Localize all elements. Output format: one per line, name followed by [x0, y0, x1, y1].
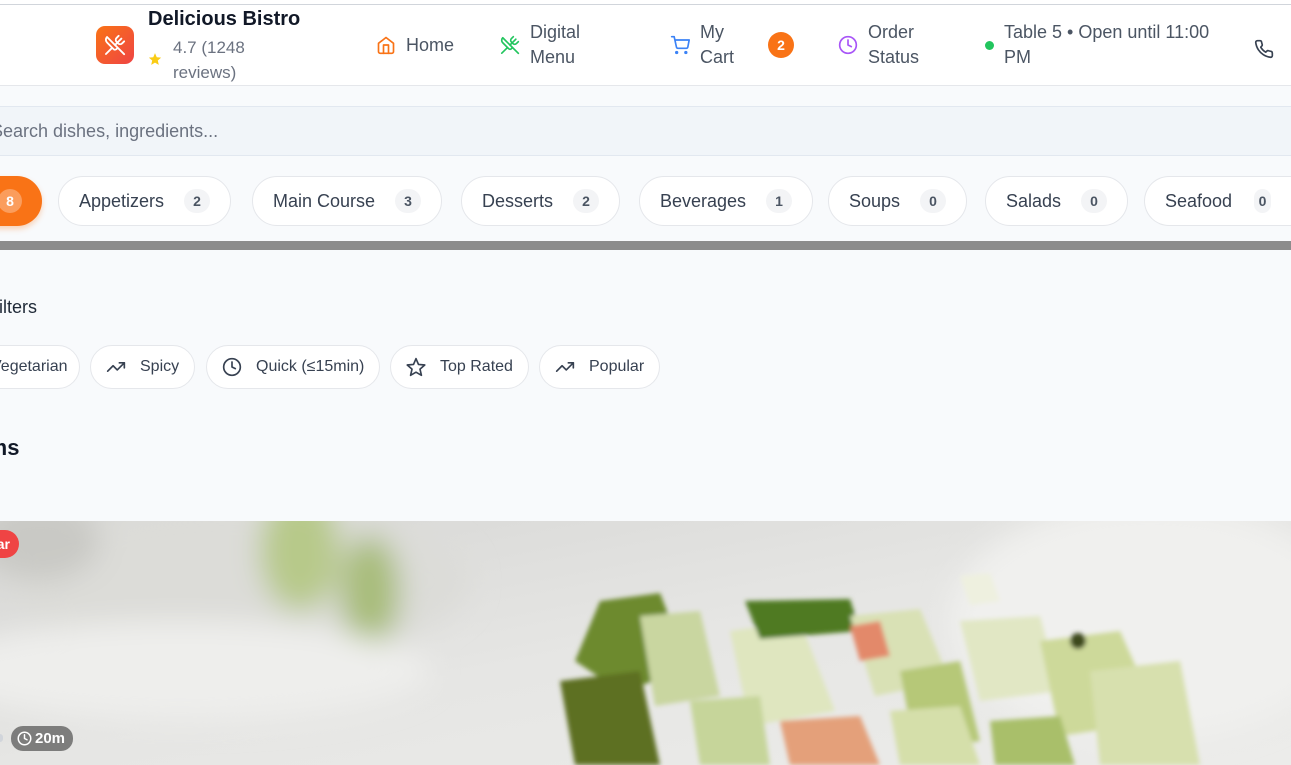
nav-my-cart-label: My Cart	[700, 22, 735, 67]
category-tab-appetizers[interactable]: Appetizers 2	[58, 176, 232, 226]
trending-up-icon	[106, 357, 126, 377]
home-icon	[376, 35, 396, 55]
cart-icon	[670, 35, 690, 55]
search-input[interactable]	[0, 107, 1291, 155]
category-tab-desserts[interactable]: Desserts 2	[461, 176, 621, 226]
clock-icon	[17, 731, 32, 746]
category-count: 0	[1254, 189, 1271, 213]
filter-popular[interactable]: Popular	[539, 345, 661, 389]
prep-time-label: 20m	[35, 730, 66, 747]
filter-spicy[interactable]: Spicy	[90, 345, 196, 389]
category-all-tab[interactable]: 8	[0, 176, 42, 226]
category-label: Seafood	[1165, 190, 1233, 211]
filters-heading: Filters	[0, 297, 37, 317]
category-label: Desserts	[482, 190, 554, 211]
trending-up-icon	[555, 357, 575, 377]
open-status-dot	[985, 41, 994, 50]
clock-icon	[222, 357, 242, 377]
filter-label: Quick (≤15min)	[256, 358, 365, 375]
category-count: 3	[395, 189, 422, 213]
utensils-crossed-icon	[104, 34, 126, 56]
restaurant-name: Delicious Bistro	[148, 8, 301, 30]
category-tab-main-course[interactable]: Main Course 3	[252, 176, 443, 226]
food-photo	[0, 521, 1291, 765]
filter-vegetarian[interactable]: Vegetarian	[0, 345, 80, 389]
star-icon	[148, 53, 162, 65]
utensils-icon	[500, 35, 520, 55]
category-tab-soups[interactable]: Soups 0	[828, 176, 968, 226]
category-label: Beverages	[660, 190, 747, 211]
restaurant-logo[interactable]	[96, 26, 134, 64]
clock-icon	[838, 35, 858, 55]
category-count: 2	[573, 189, 600, 213]
category-tab-beverages[interactable]: Beverages 1	[639, 176, 814, 226]
filter-top-rated[interactable]: Top Rated	[390, 345, 529, 389]
filter-quick[interactable]: Quick (≤15min)	[206, 345, 381, 389]
nav-home-label: Home	[406, 34, 455, 55]
filter-label: Top Rated	[440, 358, 513, 375]
filter-label: Vegetarian	[0, 358, 68, 375]
menu-item-card[interactable]	[0, 521, 1291, 765]
category-label: Soups	[849, 190, 901, 211]
table-info: Table 5 • Open until 11:00 PM	[1004, 22, 1210, 67]
filter-chips: Vegetarian Spicy Quick (≤15min) Top Rate…	[0, 345, 700, 389]
category-tabs: 8 Appetizers 2 Main Course 3 Desserts 2 …	[0, 176, 1291, 226]
phone-icon[interactable]	[1254, 39, 1274, 59]
cart-count-badge: 2	[768, 32, 794, 58]
nav-digital-menu[interactable]: Digital Menu	[500, 20, 610, 70]
horizontal-scrollbar[interactable]	[0, 241, 1291, 250]
nav-order-status[interactable]: Order Status	[838, 20, 948, 70]
category-all-count: 8	[0, 189, 22, 213]
category-tab-salads[interactable]: Salads 0	[985, 176, 1129, 226]
category-label: Main Course	[273, 190, 376, 211]
rating-text: 4.7 (1248 reviews)	[173, 38, 245, 82]
category-label: Salads	[1006, 190, 1062, 211]
category-count: 0	[1081, 189, 1108, 213]
category-count: 0	[920, 189, 947, 213]
category-count: 2	[184, 189, 211, 213]
nav-home[interactable]: Home	[376, 20, 454, 70]
search-bar	[0, 106, 1291, 156]
nav-my-cart[interactable]: My Cart	[670, 20, 750, 70]
category-count: 1	[766, 189, 793, 213]
nav-order-status-label: Order Status	[868, 22, 920, 67]
category-tab-seafood[interactable]: Seafood 0	[1144, 176, 1291, 226]
prep-time-badge: 20m	[11, 726, 74, 751]
nav-digital-menu-label: Digital Menu	[530, 22, 581, 67]
filter-label: Popular	[589, 358, 645, 375]
filter-label: Spicy	[140, 358, 180, 375]
app-header: Delicious Bistro 4.7 (1248 reviews) Home…	[0, 5, 1291, 86]
star-outline-icon	[406, 357, 426, 377]
section-title: Items	[0, 435, 20, 460]
category-label: Appetizers	[79, 190, 165, 211]
